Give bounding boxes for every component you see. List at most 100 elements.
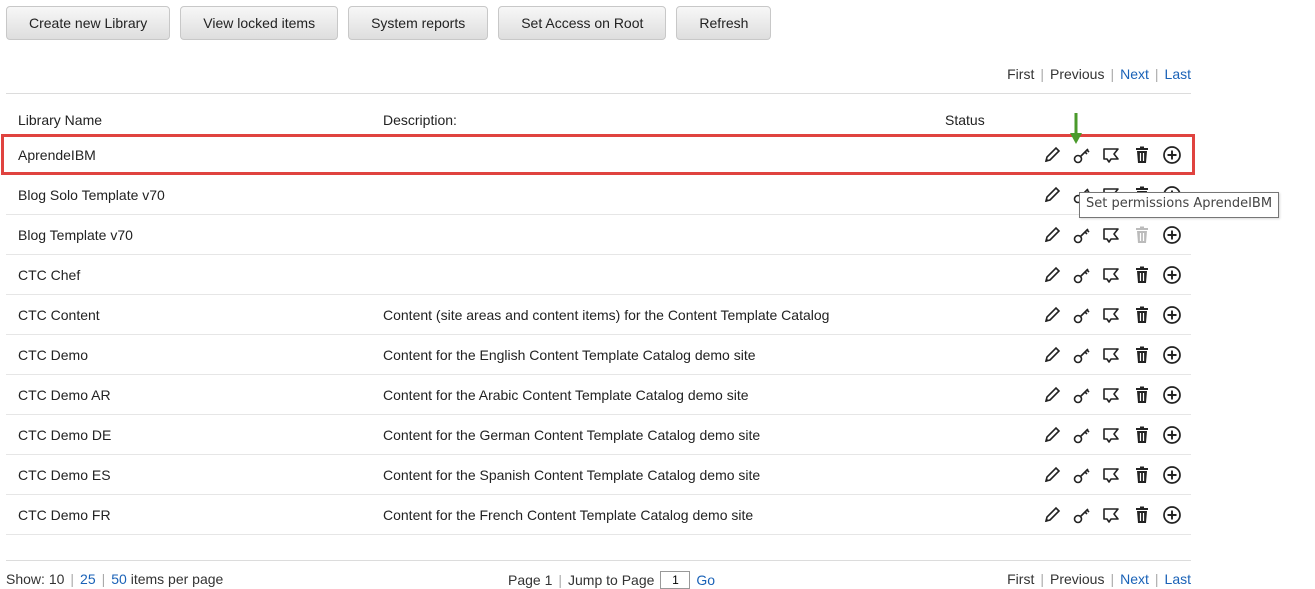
create-new-library-button[interactable]: Create new Library [6,6,171,40]
tag-icon[interactable] [1100,383,1124,407]
trash-icon[interactable] [1130,143,1154,167]
edit-icon[interactable] [1040,503,1064,527]
edit-icon[interactable] [1040,223,1064,247]
refresh-button[interactable]: Refresh [676,6,772,40]
add-circle-icon[interactable] [1160,263,1184,287]
page-size-current: 10 [48,571,65,587]
library-name-link[interactable]: CTC Demo FR [18,507,111,523]
add-circle-icon[interactable] [1160,503,1184,527]
library-name-link[interactable]: CTC Chef [18,267,80,283]
pager-last-link[interactable]: Last [1165,571,1191,587]
separator: | [558,572,563,588]
edit-icon[interactable] [1040,343,1064,367]
key-icon[interactable] [1070,463,1094,487]
pager-separator: | [1040,66,1044,82]
pager-next-link[interactable]: Next [1120,66,1149,82]
trash-icon[interactable] [1130,423,1154,447]
library-name-link[interactable]: Blog Solo Template v70 [18,187,165,203]
library-description: Content for the French Content Template … [383,507,754,523]
toolbar: Create new Library View locked items Sys… [6,6,772,40]
trash-icon[interactable] [1130,463,1154,487]
add-circle-icon[interactable] [1160,223,1184,247]
set-access-on-root-button[interactable]: Set Access on Root [498,6,667,40]
add-circle-icon[interactable] [1160,343,1184,367]
pager-bottom: First | Previous | Next | Last [1007,571,1191,587]
add-circle-icon[interactable] [1160,423,1184,447]
pager-separator: | [1154,571,1159,587]
pager-next-link[interactable]: Next [1120,571,1149,587]
system-reports-button[interactable]: System reports [348,6,489,40]
pager-first: First [1007,66,1035,82]
edit-icon[interactable] [1040,423,1064,447]
library-description: Content for the English Content Template… [383,347,756,363]
trash-icon[interactable] [1130,263,1154,287]
tooltip: Set permissions AprendeIBM [1079,192,1280,218]
library-description: Content for the German Content Template … [383,427,761,443]
library-name-link[interactable]: CTC Demo ES [18,467,111,483]
trash-icon[interactable] [1130,343,1154,367]
items-per-page-label: items per page [130,571,224,587]
jump-label: Jump to Page [568,572,655,588]
show-label: Show: [6,571,45,587]
library-description: Content (site areas and content items) f… [383,307,830,323]
row-actions [1040,463,1184,487]
column-header-description: Description: [383,112,457,128]
tag-icon[interactable] [1100,143,1124,167]
library-name-link[interactable]: AprendeIBM [18,147,96,163]
column-header-status: Status [945,112,985,128]
edit-icon[interactable] [1040,383,1064,407]
key-icon[interactable] [1070,383,1094,407]
row-actions [1040,423,1184,447]
edit-icon[interactable] [1040,463,1064,487]
add-circle-icon[interactable] [1160,463,1184,487]
key-icon[interactable] [1070,143,1094,167]
edit-icon[interactable] [1040,263,1064,287]
table-row: AprendeIBM [6,135,1191,175]
edit-icon[interactable] [1040,143,1064,167]
pager-separator: | [1040,571,1044,587]
library-name-link[interactable]: CTC Demo DE [18,427,111,443]
divider [6,560,1191,561]
trash-icon[interactable] [1130,303,1154,327]
page-size-50-link[interactable]: 50 [111,571,127,587]
tag-icon[interactable] [1100,263,1124,287]
go-link[interactable]: Go [696,572,715,588]
key-icon[interactable] [1070,423,1094,447]
library-name-link[interactable]: Blog Template v70 [18,227,133,243]
edit-icon[interactable] [1040,183,1064,207]
edit-icon[interactable] [1040,303,1064,327]
row-actions [1040,343,1184,367]
trash-icon[interactable] [1130,383,1154,407]
separator: | [101,571,106,587]
tag-icon[interactable] [1100,503,1124,527]
key-icon[interactable] [1070,223,1094,247]
library-name-link[interactable]: CTC Content [18,307,100,323]
tag-icon[interactable] [1100,343,1124,367]
table-row: Blog Solo Template v70 [6,175,1191,215]
page-size-25-link[interactable]: 25 [80,571,96,587]
library-name-link[interactable]: CTC Demo AR [18,387,111,403]
trash-icon[interactable] [1130,503,1154,527]
key-icon[interactable] [1070,343,1094,367]
row-actions [1040,223,1184,247]
tag-icon[interactable] [1100,223,1124,247]
pager-last-link[interactable]: Last [1165,66,1191,82]
key-icon[interactable] [1070,263,1094,287]
tag-icon[interactable] [1100,423,1124,447]
add-circle-icon[interactable] [1160,383,1184,407]
key-icon[interactable] [1070,303,1094,327]
table-row: CTC Demo DE Content for the German Conten… [6,415,1191,455]
table-row: CTC Chef [6,255,1191,295]
key-icon[interactable] [1070,503,1094,527]
page-indicator: Page 1 [508,572,553,588]
library-name-link[interactable]: CTC Demo [18,347,88,363]
trash-icon[interactable] [1130,223,1154,247]
add-circle-icon[interactable] [1160,303,1184,327]
view-locked-items-button[interactable]: View locked items [180,6,339,40]
tag-icon[interactable] [1100,303,1124,327]
tag-icon[interactable] [1100,463,1124,487]
library-description: Content for the Arabic Content Template … [383,387,749,403]
add-circle-icon[interactable] [1160,143,1184,167]
jump-to-page-input[interactable] [660,571,691,589]
pager-separator: | [1110,571,1115,587]
